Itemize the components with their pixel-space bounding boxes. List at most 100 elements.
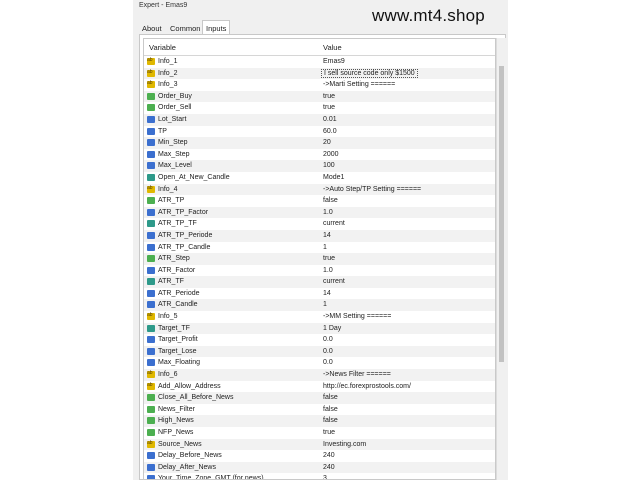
variable-value[interactable]: current — [323, 220, 345, 227]
table-row[interactable]: Source_News Investing.com — [144, 438, 495, 451]
variable-name: High_News — [158, 417, 194, 425]
variable-value[interactable]: 14 — [323, 232, 331, 239]
table-row[interactable]: ATR_Factor 1.0 — [144, 265, 495, 277]
variable-value[interactable]: Investing.com — [323, 441, 366, 448]
variable-name: NFP_News — [158, 429, 194, 436]
variable-name: Info_4 — [158, 185, 178, 193]
table-row[interactable]: Max_Level 100 — [144, 160, 495, 172]
table-row[interactable]: Info_4 ->Auto Step/TP Setting ====== — [144, 183, 495, 196]
variable-value[interactable]: 0.0 — [323, 336, 333, 343]
vertical-scrollbar[interactable] — [496, 38, 506, 480]
variable-name: Open_At_New_Candle — [158, 173, 230, 181]
variable-value[interactable]: 0.0 — [323, 359, 333, 366]
timeframe-icon — [147, 220, 155, 228]
number-icon — [147, 139, 155, 147]
table-row[interactable]: NFP_News true — [144, 427, 495, 439]
variable-value[interactable]: 1.0 — [323, 209, 333, 216]
variable-value[interactable]: false — [323, 406, 338, 413]
table-row[interactable]: Close_All_Before_News false — [144, 392, 495, 404]
table-row[interactable]: Order_Buy true — [144, 90, 495, 103]
variable-value[interactable]: Mode1 — [323, 174, 344, 181]
tab-about[interactable]: About — [139, 23, 165, 34]
timeframe-icon — [147, 278, 155, 286]
table-row[interactable]: ATR_TF current — [144, 276, 495, 288]
number-icon — [147, 289, 155, 297]
table-row[interactable]: ATR_Step true — [144, 253, 495, 265]
variable-value[interactable]: true — [323, 93, 335, 100]
table-row[interactable]: Lot_Start 0.01 — [144, 113, 495, 126]
table-row[interactable]: ATR_TP_Factor 1.0 — [144, 206, 495, 219]
variable-value[interactable]: 240 — [323, 464, 335, 471]
variable-value[interactable]: 0.0 — [323, 348, 333, 355]
variable-value[interactable]: 0.01 — [323, 116, 337, 123]
watermark-text: www.mt4.shop — [372, 6, 485, 25]
variable-value[interactable]: ->Marti Setting ====== — [323, 81, 395, 88]
variable-value[interactable]: 100 — [323, 162, 335, 169]
table-row[interactable]: Info_2 I sell source code only $1500 — [144, 67, 495, 80]
variable-value[interactable]: true — [323, 255, 335, 262]
variable-value[interactable]: 240 — [323, 452, 335, 459]
number-icon — [147, 301, 155, 309]
variable-value[interactable]: Emas9 — [323, 58, 345, 65]
variable-value[interactable]: 2000 — [323, 151, 339, 158]
table-row[interactable]: Target_TF 1 Day — [144, 322, 495, 335]
variable-name: Target_TF — [158, 324, 190, 332]
variable-value[interactable]: ->MM Setting ====== — [323, 313, 391, 320]
variable-value[interactable]: 3 — [323, 475, 327, 479]
table-row[interactable]: Order_Sell true — [144, 102, 495, 114]
table-row[interactable]: ATR_TP_Candle 1 — [144, 242, 495, 254]
variable-value[interactable]: 20 — [323, 139, 331, 146]
table-row[interactable]: Add_Allow_Address http://ec.forexprostool… — [144, 381, 495, 393]
tab-inputs[interactable]: Inputs — [202, 20, 231, 34]
variable-value[interactable]: true — [323, 429, 335, 436]
table-row[interactable]: Delay_Before_News 240 — [144, 450, 495, 462]
string-icon — [147, 185, 155, 193]
table-row[interactable]: Info_6 ->News Filter ====== — [144, 369, 495, 381]
table-row[interactable]: Max_Floating 0.0 — [144, 357, 495, 369]
table-row[interactable]: Info_5 ->MM Setting ====== — [144, 311, 495, 323]
variable-name: ATR_TF — [158, 278, 184, 286]
table-row[interactable]: Open_At_New_Candle Mode1 — [144, 172, 495, 184]
number-icon — [147, 475, 155, 479]
variable-name: Info_6 — [158, 371, 178, 379]
variable-value[interactable]: false — [323, 197, 338, 204]
variable-value[interactable]: I sell source code only $1500 — [321, 68, 418, 78]
table-row[interactable]: Delay_After_News 240 — [144, 461, 495, 474]
variable-value[interactable]: 60.0 — [323, 128, 337, 135]
table-row[interactable]: High_News false — [144, 415, 495, 427]
table-row[interactable]: Min_Step 20 — [144, 137, 495, 149]
table-row[interactable]: ATR_Candle 1 — [144, 299, 495, 312]
table-row[interactable]: News_Filter false — [144, 404, 495, 416]
variable-value[interactable]: 1 — [323, 301, 327, 308]
table-row[interactable]: Info_1 Emas9 — [144, 56, 495, 68]
variable-value[interactable]: ->Auto Step/TP Setting ====== — [323, 186, 421, 193]
variable-value[interactable]: 1.0 — [323, 267, 333, 274]
variable-name: Order_Sell — [158, 104, 192, 112]
variable-value[interactable]: current — [323, 278, 345, 285]
table-row[interactable]: Target_Lose 0.0 — [144, 345, 495, 358]
variable-value[interactable]: 1 Day — [323, 325, 341, 332]
variable-value[interactable]: ->News Filter ====== — [323, 371, 391, 378]
table-row[interactable]: Your_Time_Zone_GMT (for news) 3 — [144, 473, 495, 479]
variable-value[interactable]: http://ec.forexprostools.com/ — [323, 383, 411, 390]
table-row[interactable]: Max_Step 2000 — [144, 149, 495, 161]
variable-value[interactable]: 14 — [323, 290, 331, 297]
inputs-table: Variable Value Info_1 Emas9 Info_2 I sell s… — [143, 38, 496, 480]
table-row[interactable]: ATR_TP_Periode 14 — [144, 229, 495, 242]
variable-value[interactable]: 1 — [323, 244, 327, 251]
number-icon — [147, 127, 155, 135]
table-row[interactable]: ATR_TP false — [144, 195, 495, 207]
column-header-value[interactable]: Value — [323, 43, 342, 52]
tab-common[interactable]: Common — [167, 23, 203, 34]
table-row[interactable]: ATR_Periode 14 — [144, 288, 495, 300]
column-header-variable[interactable]: Variable — [149, 43, 176, 52]
variable-value[interactable]: false — [323, 417, 338, 424]
scrollbar-thumb[interactable] — [499, 66, 504, 362]
table-header: Variable Value — [144, 39, 495, 56]
table-row[interactable]: Info_3 ->Marti Setting ====== — [144, 79, 495, 91]
table-row[interactable]: TP 60.0 — [144, 126, 495, 138]
variable-value[interactable]: true — [323, 104, 335, 111]
table-row[interactable]: ATR_TP_TF current — [144, 218, 495, 230]
table-row[interactable]: Target_Profit 0.0 — [144, 334, 495, 346]
variable-value[interactable]: false — [323, 394, 338, 401]
